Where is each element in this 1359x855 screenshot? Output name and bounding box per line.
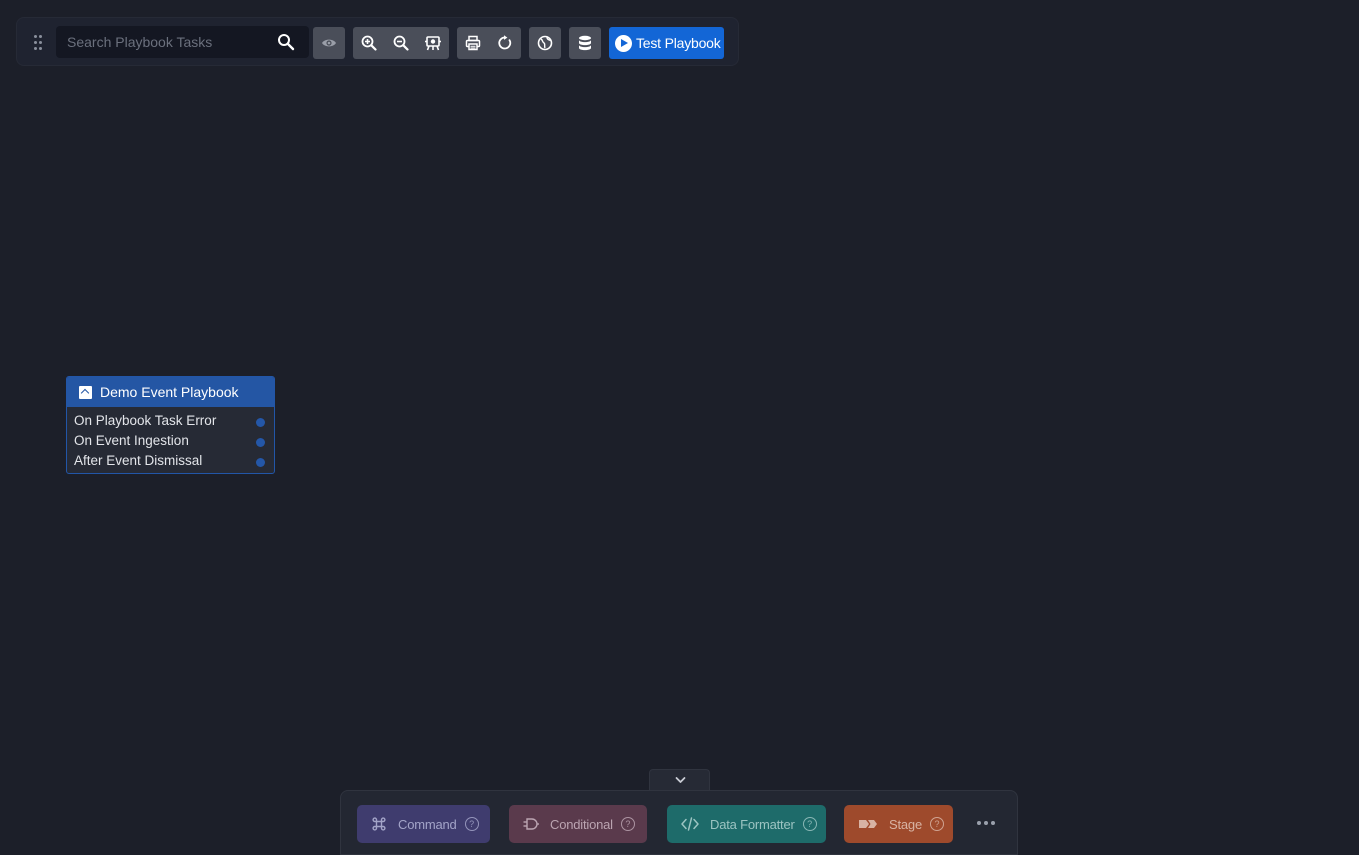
node-title: Demo Event Playbook <box>100 384 239 400</box>
test-playbook-button[interactable]: Test Playbook <box>609 27 724 59</box>
command-icon <box>372 817 386 831</box>
node-trigger-row: After Event Dismissal <box>67 452 274 472</box>
zoom-in-icon <box>361 35 377 51</box>
help-icon[interactable]: ? <box>929 817 944 831</box>
chevron-down-icon <box>675 777 686 783</box>
task-palette: Command ? Conditional ? Data Formatter ? <box>340 790 1018 855</box>
help-icon[interactable]: ? <box>620 817 635 831</box>
zoom-group <box>353 27 449 59</box>
database-group <box>569 27 601 59</box>
database-button[interactable] <box>569 27 601 59</box>
collapse-icon[interactable] <box>79 385 92 399</box>
more-options-icon[interactable] <box>977 815 997 831</box>
conditional-task-button[interactable]: Conditional ? <box>509 805 647 843</box>
command-task-label: Command <box>398 816 457 832</box>
stage-icon <box>859 820 877 828</box>
data-formatter-task-button[interactable]: Data Formatter ? <box>667 805 826 843</box>
drag-handle-icon[interactable] <box>34 35 44 51</box>
playbook-canvas[interactable]: Test Playbook Demo Event Playbook On Pla… <box>0 0 1359 855</box>
zoom-out-icon <box>393 35 409 51</box>
play-icon <box>615 34 632 52</box>
database-icon <box>579 35 591 51</box>
stage-task-label: Stage <box>889 816 922 832</box>
eye-icon <box>322 39 336 47</box>
globe-group <box>529 27 561 59</box>
output-port-icon[interactable] <box>256 418 265 427</box>
fit-view-button[interactable] <box>417 27 449 59</box>
playbook-trigger-node[interactable]: Demo Event Playbook On Playbook Task Err… <box>66 376 275 474</box>
output-port-icon[interactable] <box>256 438 265 447</box>
refresh-icon <box>498 35 512 50</box>
print-button[interactable] <box>457 27 489 59</box>
node-trigger-row: On Event Ingestion <box>67 432 274 452</box>
globe-icon <box>537 35 553 51</box>
playbook-toolbar: Test Playbook <box>16 17 739 66</box>
trigger-label: After Event Dismissal <box>74 453 203 468</box>
trigger-label: On Event Ingestion <box>74 433 189 448</box>
palette-collapse-toggle[interactable] <box>649 769 710 791</box>
visibility-group <box>313 27 345 59</box>
zoom-in-button[interactable] <box>353 27 385 59</box>
output-port-icon[interactable] <box>256 458 265 467</box>
node-header[interactable]: Demo Event Playbook <box>67 377 274 407</box>
fit-view-icon <box>425 36 441 51</box>
visibility-button[interactable] <box>313 27 345 59</box>
print-refresh-group <box>457 27 521 59</box>
search-box <box>56 26 309 58</box>
node-trigger-list: On Playbook Task Error On Event Ingestio… <box>67 407 274 472</box>
help-icon[interactable]: ? <box>464 817 479 831</box>
code-icon <box>681 817 699 831</box>
refresh-button[interactable] <box>489 27 521 59</box>
printer-icon <box>465 35 481 51</box>
test-playbook-label: Test Playbook <box>636 35 721 51</box>
stage-task-button[interactable]: Stage ? <box>844 805 953 843</box>
command-task-button[interactable]: Command ? <box>357 805 490 843</box>
data-formatter-task-label: Data Formatter <box>710 816 795 832</box>
search-icon[interactable] <box>277 33 295 51</box>
conditional-task-label: Conditional <box>550 816 613 832</box>
conditional-icon <box>523 818 539 830</box>
node-trigger-row: On Playbook Task Error <box>67 412 274 432</box>
help-icon[interactable]: ? <box>802 817 817 831</box>
search-input[interactable] <box>56 26 266 58</box>
trigger-label: On Playbook Task Error <box>74 413 217 428</box>
globe-button[interactable] <box>529 27 561 59</box>
zoom-out-button[interactable] <box>385 27 417 59</box>
